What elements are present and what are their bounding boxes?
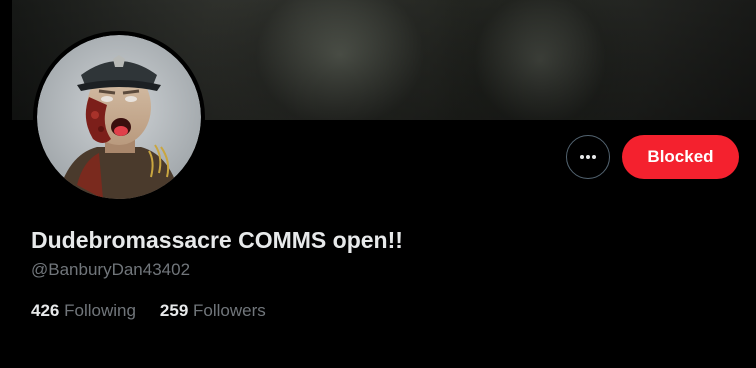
blocked-button[interactable]: Blocked xyxy=(622,135,739,179)
more-horizontal-icon xyxy=(580,155,596,159)
following-label: Following xyxy=(64,301,136,320)
avatar-image xyxy=(37,35,201,199)
following-link[interactable]: 426 Following xyxy=(31,301,136,321)
avatar[interactable] xyxy=(33,31,205,203)
followers-label: Followers xyxy=(193,301,266,320)
following-count: 426 xyxy=(31,301,60,320)
display-name: Dudebromassacre COMMS open!! xyxy=(31,227,403,253)
followers-link[interactable]: 259 Followers xyxy=(160,301,266,321)
profile-stats: 426 Following 259 Followers xyxy=(31,301,290,321)
more-options-button[interactable] xyxy=(566,135,610,179)
user-handle: @BanburyDan43402 xyxy=(31,260,191,279)
profile-page: Blocked Dudebromassacre COMMS open!! @Ba… xyxy=(0,0,756,368)
followers-count: 259 xyxy=(159,301,189,320)
